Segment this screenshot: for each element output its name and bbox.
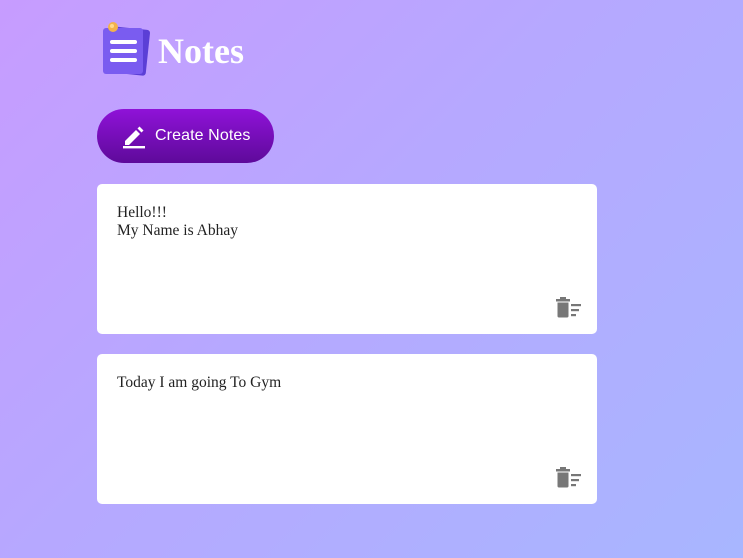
delete-note-button[interactable] [555, 296, 583, 320]
note-text[interactable]: Hello!!! My Name is Abhay [117, 204, 557, 240]
delete-sweep-icon [556, 297, 581, 318]
delete-sweep-icon [556, 467, 581, 488]
create-notes-button[interactable]: Create Notes [97, 109, 274, 163]
pen-icon [121, 123, 147, 149]
app-header: Notes [100, 18, 244, 80]
notes-logo-icon [100, 18, 152, 80]
note-card[interactable]: Today I am going To Gym [97, 354, 597, 504]
app-title: Notes [158, 31, 244, 71]
delete-note-button[interactable] [555, 466, 583, 490]
create-notes-label: Create Notes [155, 127, 251, 144]
note-text[interactable]: Today I am going To Gym [117, 374, 557, 392]
note-card[interactable]: Hello!!! My Name is Abhay [97, 184, 597, 334]
